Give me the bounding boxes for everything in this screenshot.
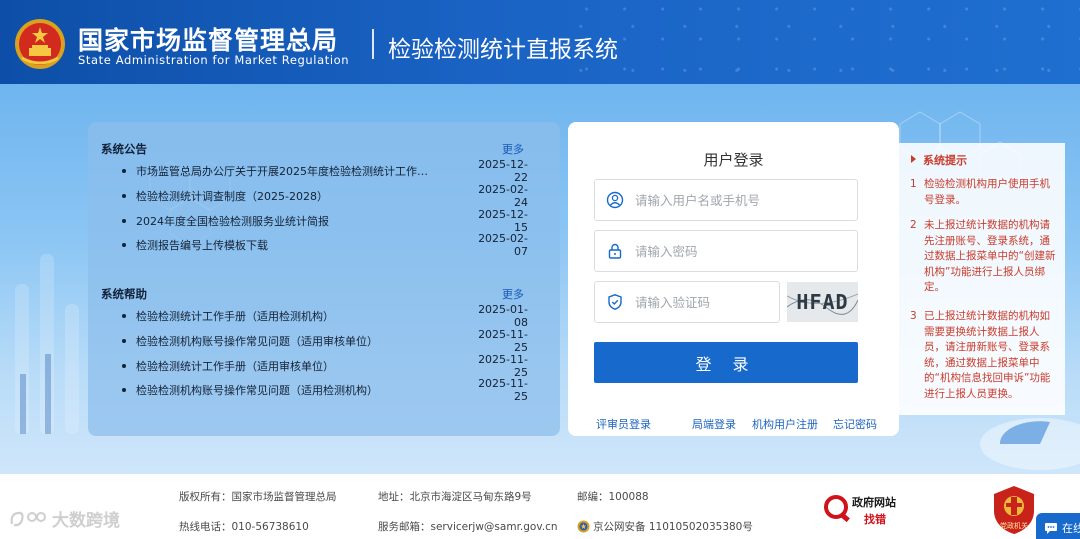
- notice-more-link[interactable]: 更多: [502, 141, 524, 157]
- help-item-date: 2025-11-25: [478, 328, 528, 355]
- reviewer-login-link[interactable]: 评审员登录: [596, 416, 651, 432]
- notice-panel: 系统公告 更多 市场监管总局办公厅关于开展2025年度检验检测统计工作… 202…: [88, 122, 560, 436]
- help-item[interactable]: 检验检测统计工作手册（适用审核单位） 2025-11-25: [120, 352, 528, 379]
- notice-item-title: 检验检测统计调查制度（2025-2028）: [136, 190, 328, 204]
- username-input[interactable]: [635, 181, 857, 219]
- bullet-icon: [122, 243, 126, 248]
- tip-text: 检验检测机构用户使用手机号登录。: [924, 178, 1050, 206]
- help-item-date: 2025-01-08: [478, 303, 528, 330]
- password-field[interactable]: [594, 230, 858, 272]
- tip-text: 未上报过统计数据的机构请先注册账号、登录系统，通过数据上报菜单中的“创建新机构”…: [924, 219, 1056, 293]
- icp-text: 京公网安备 11010502035380号: [593, 521, 753, 533]
- bullet-icon: [122, 218, 126, 223]
- tip-number: 2: [910, 219, 917, 231]
- register-link[interactable]: 机构用户注册: [752, 416, 818, 432]
- footer-address: 地址：北京市海淀区马甸东路9号: [378, 491, 532, 503]
- bullet-icon: [122, 169, 126, 174]
- notice-item-title: 市场监管总局办公厅关于开展2025年度检验检测统计工作…: [136, 165, 428, 179]
- caret-right-icon: [911, 155, 916, 163]
- bullet-icon: [122, 339, 126, 344]
- bullet-icon: [122, 363, 126, 368]
- help-item-title: 检验检测统计工作手册（适用检测机构）: [136, 310, 334, 324]
- help-item-date: 2025-11-25: [478, 377, 528, 404]
- bureau-login-link[interactable]: 局端登录: [692, 416, 736, 432]
- chat-bubble-icon: [1045, 522, 1057, 534]
- notice-item[interactable]: 检测报告编号上传模板下载 2025-02-07: [120, 232, 528, 259]
- notice-item-date: 2025-12-15: [478, 207, 528, 234]
- footer-email: 服务邮箱：servicerjw@samr.gov.cn: [378, 521, 558, 533]
- tip-text: 已上报过统计数据的机构如需要更换统计数据上报人员，请注册新账号、登录系统，通过数…: [924, 310, 1051, 400]
- gov-site-error-badge[interactable]: 政府网站 找错: [822, 490, 906, 528]
- agency-name-cn: 国家市场监督管理总局: [78, 26, 339, 55]
- tip-number: 3: [910, 310, 917, 322]
- system-title: 检验检测统计直报系统: [388, 37, 618, 63]
- notice-list: 市场监管总局办公厅关于开展2025年度检验检测统计工作… 2025-12-22 …: [120, 158, 528, 259]
- help-section-title: 系统帮助: [101, 287, 147, 301]
- shield-icon: [595, 281, 635, 323]
- help-item-title: 检验检测机构账号操作常见问题（适用审核单位）: [136, 335, 378, 349]
- notice-item-date: 2025-12-22: [478, 158, 528, 185]
- party-gov-badge[interactable]: 党政机关: [992, 485, 1036, 535]
- watermark-logo-icon: [10, 511, 46, 526]
- help-item-date: 2025-11-25: [478, 352, 528, 379]
- tip-item: 2 未上报过统计数据的机构请先注册账号、登录系统，通过数据上报菜单中的“创建新机…: [910, 218, 1058, 296]
- notice-item[interactable]: 检验检测统计调查制度（2025-2028） 2025-02-24: [120, 183, 528, 210]
- help-item[interactable]: 检验检测机构账号操作常见问题（适用检测机构） 2025-11-25: [120, 377, 528, 404]
- captcha-field[interactable]: [594, 281, 791, 323]
- lock-icon: [595, 230, 635, 272]
- police-badge-icon: [577, 520, 590, 533]
- national-emblem-icon: [15, 19, 65, 69]
- site-header: 国家市场监督管理总局 State Administration for Mark…: [0, 0, 1080, 84]
- login-title: 用户登录: [703, 151, 764, 169]
- header-divider: [372, 29, 374, 59]
- forgot-password-link[interactable]: 忘记密码: [833, 416, 877, 432]
- help-item-title: 检验检测统计工作手册（适用审核单位）: [136, 359, 334, 373]
- footer-icp[interactable]: 京公网安备 11010502035380号: [577, 519, 753, 534]
- footer-copyright: 版权所有：国家市场监督管理总局: [179, 491, 337, 503]
- captcha-text: HFAD: [796, 290, 849, 314]
- bullet-icon: [122, 194, 126, 199]
- notice-section-title: 系统公告: [101, 142, 147, 156]
- bullet-icon: [122, 314, 126, 319]
- user-icon: [595, 179, 635, 221]
- login-button[interactable]: 登 录: [594, 342, 858, 383]
- online-chat-button[interactable]: 在线: [1036, 513, 1080, 539]
- captcha-image[interactable]: HFAD: [787, 282, 858, 322]
- notice-item[interactable]: 2024年度全国检验检测服务业统计简报 2025-12-15: [120, 207, 528, 234]
- agency-name-en: State Administration for Market Regulati…: [78, 53, 350, 67]
- gov-badge-line2: 找错: [864, 513, 886, 526]
- notice-item[interactable]: 市场监管总局办公厅关于开展2025年度检验检测统计工作… 2025-12-22: [120, 158, 528, 185]
- party-badge-text: 党政机关: [1000, 522, 1028, 530]
- notice-item-title: 2024年度全国检验检测服务业统计简报: [136, 214, 329, 228]
- watermark: 大数跨境: [8, 506, 120, 531]
- help-item[interactable]: 检验检测统计工作手册（适用检测机构） 2025-01-08: [120, 303, 528, 330]
- footer-hotline: 热线电话：010-56738610: [179, 521, 309, 533]
- online-chat-label: 在线: [1062, 522, 1080, 535]
- footer-postcode: 邮编：100088: [577, 491, 649, 503]
- tip-item: 1 检验检测机构用户使用手机号登录。: [910, 177, 1058, 208]
- notice-item-date: 2025-02-07: [478, 232, 528, 259]
- username-field[interactable]: [594, 179, 858, 221]
- tips-title: 系统提示: [923, 154, 967, 167]
- help-more-link[interactable]: 更多: [502, 286, 524, 302]
- bullet-icon: [122, 388, 126, 393]
- help-item[interactable]: 检验检测机构账号操作常见问题（适用审核单位） 2025-11-25: [120, 328, 528, 355]
- notice-item-title: 检测报告编号上传模板下载: [136, 239, 268, 253]
- gov-badge-line1: 政府网站: [852, 496, 896, 509]
- login-card: 用户登录 HFAD 登 录 评审员登录 局端登录 机构用户注册 忘记密码: [568, 122, 899, 436]
- tip-number: 1: [910, 178, 917, 190]
- password-input[interactable]: [635, 232, 857, 270]
- system-tips-panel: 系统提示 1 检验检测机构用户使用手机号登录。 2 未上报过统计数据的机构请先注…: [899, 143, 1065, 415]
- help-item-title: 检验检测机构账号操作常见问题（适用检测机构）: [136, 384, 378, 398]
- captcha-input[interactable]: [635, 283, 791, 321]
- watermark-text: 大数跨境: [52, 511, 120, 531]
- help-list: 检验检测统计工作手册（适用检测机构） 2025-01-08 检验检测机构账号操作…: [120, 303, 528, 404]
- notice-item-date: 2025-02-24: [478, 183, 528, 210]
- tip-item: 3 已上报过统计数据的机构如需要更换统计数据上报人员，请注册新账号、登录系统，通…: [910, 309, 1058, 402]
